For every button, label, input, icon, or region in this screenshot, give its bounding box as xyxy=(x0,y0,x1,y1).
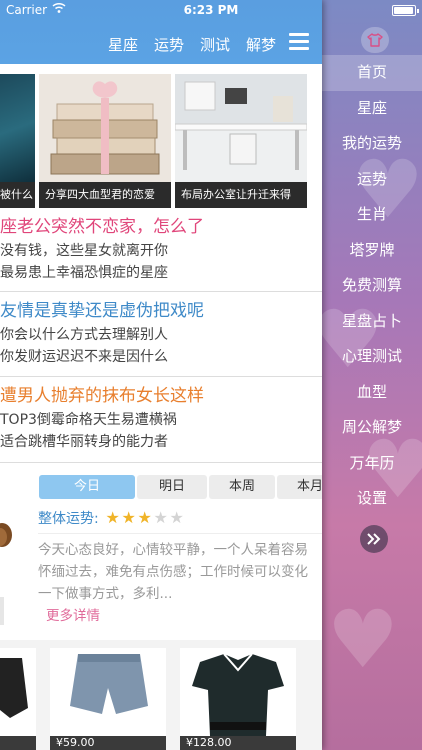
side-menu-item[interactable]: 血型 xyxy=(322,375,422,411)
product-price: ¥59.00 xyxy=(50,736,166,750)
star-rating: ★ ★ ★ ★ ★ xyxy=(105,508,185,528)
tab-tomorrow[interactable]: 明日 xyxy=(137,475,207,499)
article-item[interactable]: 座老公突然不恋家，怎么了 没有钱，这些星女就离开你 最易患上幸福恐惧症的星座 xyxy=(0,214,322,284)
side-menu-item[interactable]: 塔罗牌 xyxy=(322,233,422,269)
battery-level xyxy=(394,7,413,14)
nav-link-ceshi[interactable]: 测试 xyxy=(200,34,230,55)
article-line[interactable]: 适合跳槽华丽转身的能力者 xyxy=(0,431,322,453)
article-title: 友情是真挚还是虚伪把戏呢 xyxy=(0,301,204,321)
tab-this-week[interactable]: 本周 xyxy=(209,475,275,499)
side-menu-item[interactable]: 免费测算 xyxy=(322,268,422,304)
star-icon: ★ xyxy=(153,508,168,527)
side-menu-item[interactable]: 设置 xyxy=(322,481,422,517)
article-line[interactable]: TOP3倒霉命格天生易遭横祸 xyxy=(0,409,322,431)
fortune-tabs: 今日 明日 本周 本月 xyxy=(39,475,322,499)
star-icon: ★ xyxy=(121,508,136,527)
nav-links: 星座 运势 测试 解梦 xyxy=(108,34,276,55)
scroll-edge xyxy=(0,597,4,625)
side-menu-item[interactable]: 首页 xyxy=(322,55,422,91)
product-card[interactable] xyxy=(0,648,36,750)
side-menu-item[interactable]: 生肖 xyxy=(322,197,422,233)
side-menu-item[interactable]: 运势 xyxy=(322,162,422,198)
nav-link-yunshi[interactable]: 运势 xyxy=(154,34,184,55)
side-menu-list: 首页 星座 我的运势 运势 生肖 塔罗牌 免费测算 星盘占卜 心理测试 血型 周公解梦 万年历 设置 xyxy=(322,55,422,517)
status-time: 6:23 PM xyxy=(183,3,239,17)
shirt-icon xyxy=(367,33,383,47)
overall-fortune-label: 整体运势: xyxy=(38,511,99,527)
article-line[interactable]: 你发财运迟迟不来是因什么 xyxy=(0,346,322,368)
divider xyxy=(0,291,322,292)
article-item[interactable]: 遭男人抛弃的抹布女长这样 TOP3倒霉命格天生易遭横祸 适合跳槽华丽转身的能力者 xyxy=(0,383,322,453)
article-line[interactable]: 最易患上幸福恐惧症的星座 xyxy=(0,262,322,284)
product-card[interactable]: ¥128.00 xyxy=(180,648,296,750)
product-price xyxy=(0,736,36,750)
side-menu-item[interactable]: 心理测试 xyxy=(322,339,422,375)
overall-fortune: 整体运势: ★ ★ ★ ★ ★ xyxy=(38,508,185,528)
banner-card[interactable]: 布局办公室让升迁来得 xyxy=(175,74,307,208)
product-card[interactable]: ¥59.00 xyxy=(50,648,166,750)
status-bar: Carrier 6:23 PM xyxy=(0,0,422,20)
battery-icon xyxy=(392,5,419,16)
banner-caption: 分享四大血型君的恋爱 xyxy=(39,182,171,208)
article-line[interactable]: 没有钱，这些星女就离开你 xyxy=(0,240,322,262)
star-icon: ★ xyxy=(169,508,184,527)
main-panel: 星座 运势 测试 解梦 被什么 分享四大血型君的恋爱 布局办公室让升迁来得 座老… xyxy=(0,0,322,750)
divider xyxy=(38,533,322,534)
product-price: ¥128.00 xyxy=(180,736,296,750)
banner-caption: 被什么 xyxy=(0,182,35,208)
side-menu-item[interactable]: 万年历 xyxy=(322,446,422,482)
banner-card[interactable]: 被什么 xyxy=(0,74,35,208)
divider xyxy=(0,462,322,463)
article-line[interactable]: 你会以什么方式去理解别人 xyxy=(0,324,322,346)
hamburger-menu-icon[interactable] xyxy=(289,33,309,51)
side-menu-item[interactable]: 周公解梦 xyxy=(322,410,422,446)
divider xyxy=(0,376,322,377)
article-title: 遭男人抛弃的抹布女长这样 xyxy=(0,386,204,406)
double-chevron-right-icon[interactable] xyxy=(360,525,388,553)
side-menu-item[interactable]: 星盘占卜 xyxy=(322,304,422,340)
side-menu-item[interactable]: 我的运势 xyxy=(322,126,422,162)
product-strip: ¥59.00 ¥128.00 xyxy=(0,640,322,750)
shirt-icon-button[interactable] xyxy=(361,27,389,53)
banner-caption: 布局办公室让升迁来得 xyxy=(175,182,307,208)
nav-link-xingzuo[interactable]: 星座 xyxy=(108,34,138,55)
more-details-link[interactable]: 更多详情 xyxy=(46,604,100,624)
side-menu-item[interactable]: 星座 xyxy=(322,91,422,127)
nav-link-jiemeng[interactable]: 解梦 xyxy=(246,34,276,55)
banner-card[interactable]: 分享四大血型君的恋爱 xyxy=(39,74,171,208)
tab-this-month[interactable]: 本月 xyxy=(277,475,322,499)
article-item[interactable]: 友情是真挚还是虚伪把戏呢 你会以什么方式去理解别人 你发财运迟迟不来是因什么 xyxy=(0,298,322,368)
fortune-text: 今天心态良好，心情较平静，一个人呆着容易怀缅过去，难免有点伤感；工作时候可以变化… xyxy=(38,542,308,602)
avatar[interactable] xyxy=(0,515,12,555)
tab-today[interactable]: 今日 xyxy=(39,475,135,499)
banner-carousel[interactable]: 被什么 分享四大血型君的恋爱 布局办公室让升迁来得 xyxy=(0,74,322,208)
star-icon: ★ xyxy=(105,508,120,527)
article-title: 座老公突然不恋家，怎么了 xyxy=(0,217,204,237)
star-icon: ★ xyxy=(137,508,152,527)
